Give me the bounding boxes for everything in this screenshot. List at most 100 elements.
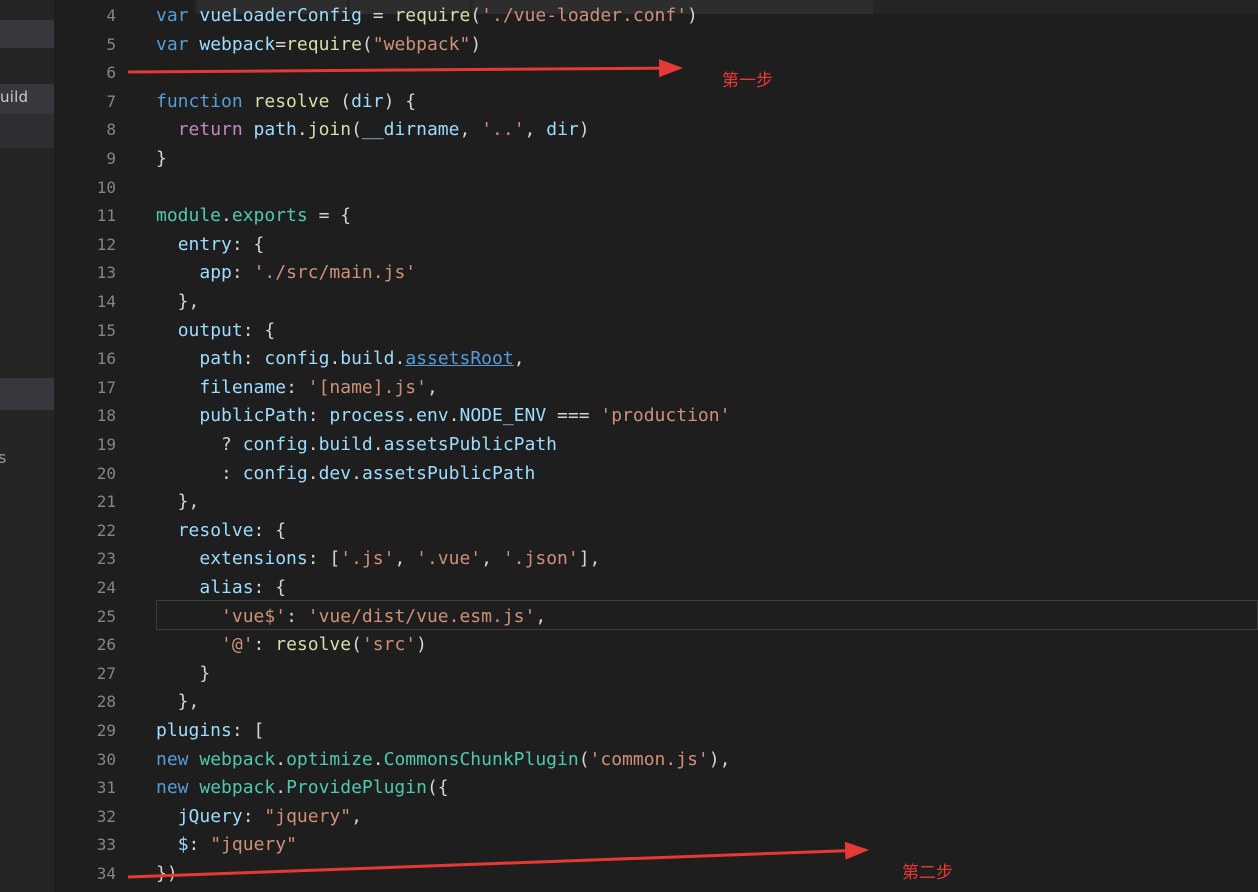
code-text: publicPath: process.env.NODE_ENV === 'pr…: [156, 402, 730, 431]
sidebar-item[interactable]: [0, 114, 54, 148]
code-line[interactable]: 33 $: "jquery": [54, 831, 1258, 860]
code-token: ,: [481, 548, 503, 570]
code-token: : {: [253, 519, 287, 541]
code-line[interactable]: 19 ? config.build.assetsPublicPath: [54, 431, 1258, 460]
code-token: jQuery: [177, 805, 243, 827]
line-number: 14: [96, 292, 116, 311]
code-token: '.vue': [416, 548, 482, 570]
code-line[interactable]: 8 return path.join(__dirname, '..', dir): [54, 116, 1258, 145]
code-text: alias: {: [156, 574, 286, 603]
code-line[interactable]: 21 },: [54, 488, 1258, 517]
code-token: resolve: [177, 519, 254, 541]
code-token: require: [286, 33, 362, 55]
code-token: plugins: [156, 720, 232, 741]
code-token: optimize: [286, 748, 373, 770]
code-editor[interactable]: 4 var vueLoaderConfig = require('./vue-lo…: [54, 0, 1258, 892]
code-line[interactable]: 15 output: {: [54, 317, 1258, 346]
code-token: :: [307, 405, 330, 427]
code-text: },: [156, 488, 200, 517]
code-line[interactable]: 18 publicPath: process.env.NODE_ENV === …: [54, 402, 1258, 431]
code-token: app: [199, 262, 232, 284]
code-line[interactable]: 10: [54, 174, 1258, 203]
code-token: exports: [231, 205, 308, 227]
code-line[interactable]: 17 filename: '[name].js',: [54, 374, 1258, 403]
code-token: build: [340, 348, 395, 370]
code-token: :: [156, 462, 243, 484]
code-line[interactable]: 34}): [54, 860, 1258, 889]
code-token: ,: [535, 605, 547, 627]
code-token: ): [687, 5, 698, 26]
step1-label: 第一步: [722, 71, 773, 91]
code-token: .: [307, 434, 319, 455]
code-token: webpack: [199, 777, 276, 799]
code-text: resolve: {: [156, 517, 286, 546]
code-line[interactable]: 31 new webpack.ProvidePlugin({: [54, 774, 1258, 803]
code-token: alias: [199, 577, 254, 598]
code-line[interactable]: 12 entry: {: [54, 231, 1258, 260]
code-token: }: [156, 148, 167, 169]
code-line[interactable]: 4 var vueLoaderConfig = require('./vue-lo…: [54, 2, 1258, 31]
code-text: '@': resolve('src'): [156, 631, 427, 660]
code-line[interactable]: 28 },: [54, 688, 1258, 717]
code-token: }: [156, 662, 211, 684]
code-line[interactable]: 16 path: config.build.assetsRoot,: [54, 345, 1258, 374]
code-token: :: [242, 348, 265, 370]
code-token: __dirname: [361, 119, 460, 141]
code-token: new: [156, 748, 200, 770]
code-token: './src/main.js': [253, 262, 417, 284]
code-token: config: [264, 348, 330, 370]
code-token: : {: [253, 577, 287, 598]
code-line[interactable]: 5 var webpack=require("webpack"): [54, 31, 1258, 60]
code-line[interactable]: 24 alias: {: [54, 574, 1258, 603]
code-editor-window: uild s 4 var vueLoaderConfig = require('.…: [0, 0, 1258, 892]
code-token: ],: [578, 548, 601, 570]
code-token: = {: [307, 205, 352, 227]
code-line[interactable]: 30 new webpack.optimize.CommonsChunkPlugi…: [54, 746, 1258, 775]
sidebar-item[interactable]: [0, 20, 54, 48]
code-line[interactable]: 7 function resolve (dir) {: [54, 88, 1258, 117]
code-line[interactable]: 22 resolve: {: [54, 517, 1258, 546]
code-line[interactable]: 6: [54, 59, 1258, 88]
code-token: env: [416, 405, 449, 427]
code-token: (: [329, 90, 352, 112]
code-token: '[name].js': [307, 376, 427, 398]
code-line[interactable]: 26 '@': resolve('src'): [54, 631, 1258, 660]
code-line[interactable]: 13 app: './src/main.js': [54, 259, 1258, 288]
code-line[interactable]: 20 : config.dev.assetsPublicPath: [54, 460, 1258, 489]
code-token: new: [156, 777, 200, 799]
line-number: 32: [96, 806, 116, 826]
code-token: NODE_ENV: [459, 405, 547, 427]
code-token: entry: [177, 233, 232, 255]
code-line[interactable]: 23 extensions: ['.js', '.vue', '.json'],: [54, 545, 1258, 574]
line-number: 30: [96, 749, 116, 769]
code-token: $: [177, 834, 189, 856]
code-token: },: [156, 691, 200, 713]
code-line[interactable]: 11 module.exports = {: [54, 202, 1258, 231]
code-text: module.exports = {: [156, 202, 351, 231]
code-line[interactable]: 32 jQuery: "jquery",: [54, 803, 1258, 832]
line-number: 31: [96, 778, 116, 798]
line-number: 13: [96, 263, 116, 283]
line-number: 11: [96, 206, 116, 226]
code-line[interactable]: 14 },: [54, 288, 1258, 317]
code-line[interactable]: 29 plugins: [: [54, 717, 1258, 746]
code-token: extensions: [199, 548, 308, 570]
code-token: dir: [546, 119, 579, 141]
sidebar-item-selected[interactable]: [0, 378, 54, 410]
code-token: (: [351, 119, 362, 141]
code-text: entry: {: [156, 231, 265, 260]
code-line[interactable]: 27 }: [54, 660, 1258, 689]
code-line[interactable]: 25 'vue$': 'vue/dist/vue.esm.js',: [54, 603, 1258, 632]
code-token: process: [329, 405, 406, 427]
code-text: }): [156, 860, 178, 889]
code-line[interactable]: 9}: [54, 145, 1258, 174]
code-token: .: [372, 748, 384, 770]
code-token: 'src': [361, 634, 417, 656]
code-token: =: [361, 5, 395, 26]
